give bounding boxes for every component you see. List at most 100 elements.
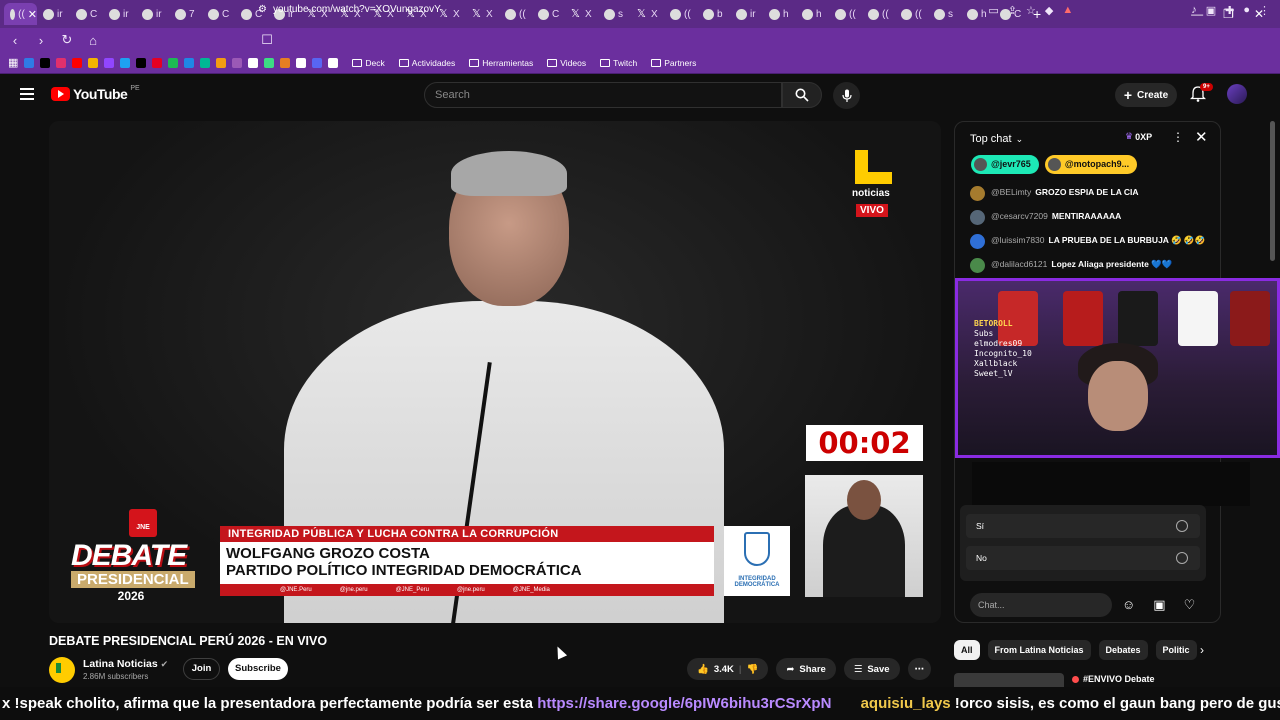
bookmark-favicon-icon[interactable] bbox=[296, 57, 307, 68]
bookmark-icon[interactable]: ☐ bbox=[260, 32, 274, 48]
xp-badge[interactable]: ♛ 0XP bbox=[1125, 131, 1152, 142]
bookmark-favicon-icon[interactable] bbox=[248, 57, 259, 68]
home-icon[interactable]: ⌂ bbox=[86, 33, 100, 48]
bookmark-favicon-icon[interactable] bbox=[184, 57, 195, 68]
browser-tab[interactable]: h bbox=[763, 3, 796, 25]
tab-close-icon[interactable]: ✕ bbox=[28, 8, 37, 21]
extension-icon[interactable]: ◆ bbox=[1045, 4, 1053, 17]
ticker-link[interactable]: https://share.google/6pIW6bihu3rCSrXpN bbox=[537, 695, 831, 712]
filter-chip[interactable]: Politic bbox=[1155, 640, 1197, 660]
browser-tab[interactable]: (( bbox=[862, 3, 895, 25]
browser-tab[interactable]: ir bbox=[136, 3, 169, 25]
bookmark-favicon-icon[interactable] bbox=[312, 57, 323, 68]
bookmark-favicon-icon[interactable] bbox=[216, 57, 227, 68]
heart-icon[interactable]: ♡ bbox=[1184, 597, 1196, 613]
chat-author[interactable]: @BELimty bbox=[991, 187, 1031, 197]
channel-avatar[interactable] bbox=[49, 657, 75, 683]
bookmark-folder[interactable]: Herramientas bbox=[469, 58, 533, 68]
share-button[interactable]: ➦ Share bbox=[776, 658, 836, 680]
recommended-video-title[interactable]: #ENVIVO Debate bbox=[1072, 674, 1155, 684]
youtube-logo[interactable]: YouTube PE bbox=[51, 85, 140, 102]
alert-icon[interactable]: ▲ bbox=[1062, 4, 1073, 17]
browser-tab[interactable]: 7 bbox=[169, 3, 202, 25]
bookmark-folder[interactable]: Actividades bbox=[398, 58, 455, 68]
cast-icon[interactable]: ▭ bbox=[988, 4, 998, 17]
more-actions-button[interactable]: ⋯ bbox=[907, 658, 932, 680]
browser-tab[interactable]: s bbox=[928, 3, 961, 25]
browser-tab[interactable]: b bbox=[697, 3, 730, 25]
create-button[interactable]: + Create bbox=[1115, 83, 1177, 107]
bookmark-favicon-icon[interactable] bbox=[328, 57, 339, 68]
browser-tab[interactable]: ir bbox=[103, 3, 136, 25]
browser-tab[interactable]: h bbox=[796, 3, 829, 25]
thumbs-down-icon[interactable]: 👎 bbox=[747, 664, 759, 675]
more-options-icon[interactable]: ⋮ bbox=[1172, 130, 1184, 144]
chat-input[interactable]: Chat... bbox=[970, 593, 1112, 617]
emoji-icon[interactable]: ☺ bbox=[1122, 597, 1135, 613]
bookmark-favicon-icon[interactable] bbox=[72, 57, 83, 68]
browser-tab[interactable]: C bbox=[532, 3, 565, 25]
url-field[interactable]: ⚙ youtube.com/watch?v=XOVungazovY bbox=[258, 4, 441, 15]
chat-message[interactable]: @dalilacd6121 Lopez Aliaga presidente 💙💙 bbox=[970, 258, 1210, 273]
chat-avatar[interactable] bbox=[970, 186, 985, 201]
star-icon[interactable]: ☆ bbox=[1026, 4, 1036, 17]
filter-chip[interactable]: Debates bbox=[1098, 640, 1148, 660]
browser-tab[interactable]: C bbox=[70, 3, 103, 25]
bookmark-favicon-icon[interactable] bbox=[88, 57, 99, 68]
chat-message[interactable]: @luissim7830 LA PRUEBA DE LA BURBUJA 🤣 🤣🤣 bbox=[970, 234, 1210, 249]
chat-avatar[interactable] bbox=[970, 258, 985, 273]
save-button[interactable]: ☰ Save bbox=[843, 658, 900, 680]
reload-icon[interactable]: ↻ bbox=[60, 32, 74, 48]
video-player[interactable]: noticias VIVO 00:02 JNE DEBATE PRESIDENC… bbox=[49, 121, 941, 623]
join-button[interactable]: Join bbox=[183, 658, 220, 680]
profile-icon[interactable]: ● bbox=[1243, 4, 1250, 17]
chat-author[interactable]: @cesarcv7209 bbox=[991, 211, 1048, 221]
chat-avatar[interactable] bbox=[970, 234, 985, 249]
bookmark-favicon-icon[interactable] bbox=[168, 57, 179, 68]
menu-hamburger-icon[interactable] bbox=[20, 88, 34, 100]
browser-tab[interactable]: (( bbox=[895, 3, 928, 25]
pinned-user-pill[interactable]: @jevr765 bbox=[971, 155, 1039, 174]
filter-chip[interactable]: All bbox=[954, 640, 980, 660]
chat-mode-dropdown[interactable]: Top chat bbox=[970, 133, 1012, 145]
chat-author[interactable]: @dalilacd6121 bbox=[991, 259, 1047, 269]
poll-option-si[interactable]: Sí bbox=[966, 514, 1200, 538]
bookmark-favicon-icon[interactable] bbox=[200, 57, 211, 68]
search-button[interactable] bbox=[782, 82, 822, 108]
like-button[interactable]: 👍 3.4K | 👎 bbox=[687, 658, 769, 680]
music-icon[interactable]: ♪ bbox=[1191, 4, 1197, 17]
bookmark-favicon-icon[interactable] bbox=[104, 57, 115, 68]
bookmark-folder[interactable]: Deck bbox=[352, 58, 385, 68]
forward-icon[interactable]: › bbox=[34, 33, 48, 48]
browser-tab[interactable]: 𝕏X bbox=[466, 3, 499, 25]
voice-search-button[interactable] bbox=[833, 82, 860, 109]
bookmark-favicon-icon[interactable] bbox=[232, 57, 243, 68]
page-scrollbar[interactable] bbox=[1270, 121, 1275, 261]
bookmark-favicon-icon[interactable] bbox=[56, 57, 67, 68]
share-page-icon[interactable]: ⇪ bbox=[1008, 4, 1017, 17]
browser-tab[interactable]: 𝕏X bbox=[565, 3, 598, 25]
bookmark-favicon-icon[interactable] bbox=[136, 57, 147, 68]
chat-message[interactable]: @cesarcv7209 MENTIRAAAAAA bbox=[970, 210, 1210, 225]
puzzle-icon[interactable]: ✚ bbox=[1225, 4, 1234, 17]
bookmark-favicon-icon[interactable] bbox=[24, 57, 35, 68]
search-input[interactable]: Search bbox=[424, 82, 782, 108]
bookmark-favicon-icon[interactable] bbox=[280, 57, 291, 68]
chevron-down-icon[interactable]: ⌄ bbox=[1016, 134, 1024, 145]
account-avatar[interactable] bbox=[1227, 84, 1247, 104]
subscribe-button[interactable]: Subscribe bbox=[228, 658, 288, 680]
browser-tab[interactable]: ((✕ bbox=[4, 3, 37, 25]
chevron-right-icon[interactable]: › bbox=[1200, 643, 1204, 657]
recommended-video-thumbnail[interactable] bbox=[954, 673, 1064, 687]
browser-tab[interactable]: ir bbox=[730, 3, 763, 25]
site-info-icon[interactable]: ⚙ bbox=[258, 4, 267, 15]
browser-tab[interactable]: 𝕏X bbox=[631, 3, 664, 25]
browser-tab[interactable]: C bbox=[202, 3, 235, 25]
bookmark-favicon-icon[interactable] bbox=[264, 57, 275, 68]
back-icon[interactable]: ‹ bbox=[8, 33, 22, 48]
close-icon[interactable]: ✕ bbox=[1195, 128, 1208, 146]
channel-name[interactable]: Latina Noticias ✔ bbox=[83, 658, 168, 670]
bookmark-favicon-icon[interactable] bbox=[40, 57, 51, 68]
browser-tab[interactable]: (( bbox=[664, 3, 697, 25]
chat-author[interactable]: @luissim7830 bbox=[991, 235, 1045, 245]
